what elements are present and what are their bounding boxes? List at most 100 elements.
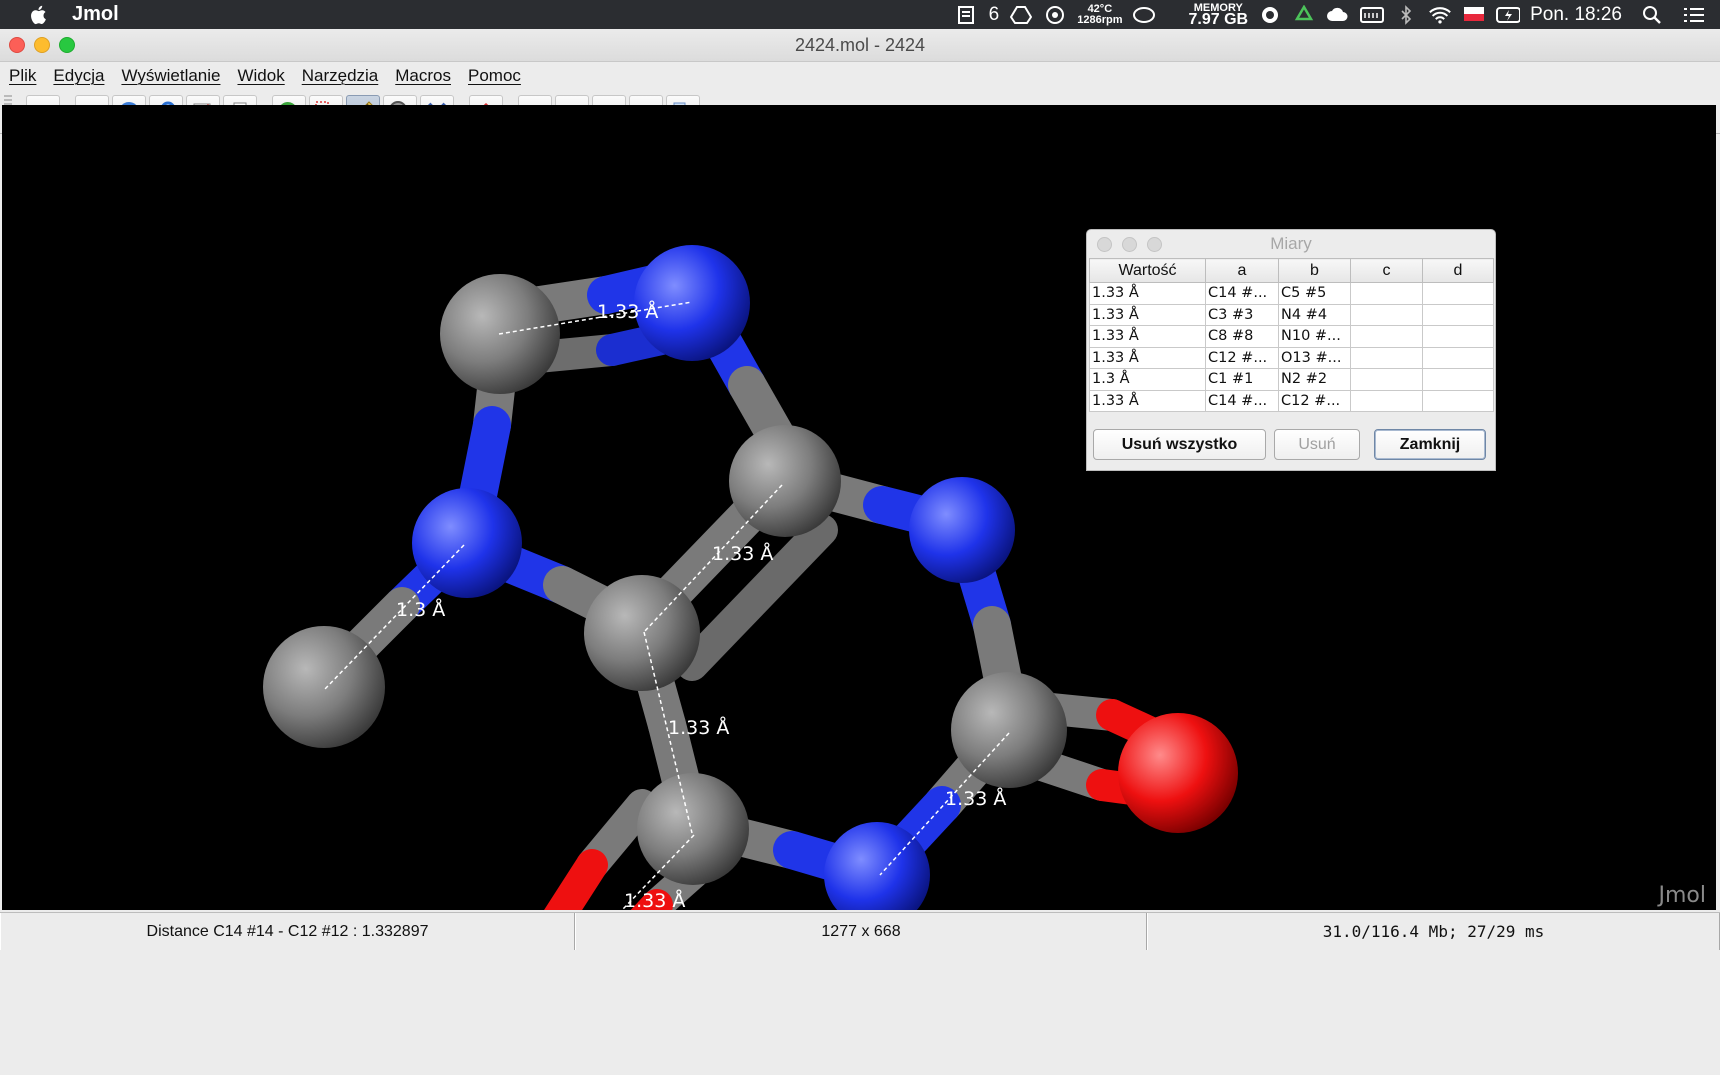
menu-pomoc[interactable]: Pomoc — [468, 66, 521, 86]
column-header-a[interactable]: a — [1205, 258, 1279, 283]
atom-carbon — [637, 773, 749, 885]
status-memory: 31.0/116.4 Mb; 27/29 ms — [1147, 913, 1720, 950]
cell-a: C1 #1 — [1205, 368, 1279, 391]
window-title: 2424.mol - 2424 — [794, 34, 926, 55]
wifi-icon[interactable] — [1428, 5, 1452, 25]
column-header-c[interactable]: c — [1350, 258, 1423, 283]
dialog-minimize-button[interactable] — [1122, 237, 1137, 252]
dialog-close-button[interactable] — [1097, 237, 1112, 252]
measurement-label: 1.3 Å — [396, 598, 445, 621]
atom-nitrogen — [909, 477, 1015, 583]
app-menu[interactable]: Jmol — [72, 3, 119, 26]
dialog-window-controls — [1097, 237, 1162, 252]
delete-button[interactable]: Usuń — [1274, 429, 1360, 460]
spotlight-search-icon[interactable] — [1640, 5, 1664, 25]
menu-narzedzia[interactable]: Narzędzia — [302, 66, 379, 86]
memory-value: 7.97 GB — [1188, 10, 1249, 28]
table-row[interactable]: 1.33 Å C12 #... O13 #... — [1089, 346, 1494, 369]
cell-a: C3 #3 — [1205, 303, 1279, 326]
cell-value: 1.33 Å — [1089, 346, 1206, 369]
molecule-viewer-canvas[interactable]: 1.33 Å 1.33 Å 1.3 Å 1.33 Å 1.33 Å 1.33 Å… — [2, 105, 1716, 910]
menu-edycja[interactable]: Edycja — [53, 66, 104, 86]
notification-center-icon[interactable] — [1682, 5, 1706, 25]
dialog-title: Miary — [1270, 234, 1312, 253]
creative-cloud-icon[interactable] — [1132, 5, 1156, 25]
cloud-upload-icon[interactable] — [1326, 5, 1350, 25]
cell-a: C8 #8 — [1205, 325, 1279, 348]
bluetooth-icon[interactable] — [1394, 4, 1418, 25]
app-menu-bar: Plik Edycja Wyświetlanie Widok Narzędzia… — [0, 62, 1720, 90]
cell-d — [1422, 282, 1494, 305]
badge-count: 6 — [988, 3, 1000, 25]
status-measurement: Distance C14 #14 - C12 #12 : 1.332897 — [0, 913, 575, 950]
dialog-zoom-button[interactable] — [1147, 237, 1162, 252]
cell-a: C14 #... — [1205, 389, 1279, 412]
table-row[interactable]: 1.33 Å C14 #... C5 #5 — [1089, 282, 1494, 305]
cell-d — [1422, 389, 1494, 412]
atom-carbon — [263, 626, 385, 748]
clock[interactable]: Pon. 18:26 — [1530, 4, 1622, 26]
cell-b: C5 #5 — [1278, 282, 1351, 305]
menu-widok[interactable]: Widok — [237, 66, 284, 86]
input-source-flag-icon[interactable] — [1462, 5, 1486, 25]
table-row[interactable]: 1.33 Å C3 #3 N4 #4 — [1089, 303, 1494, 326]
minimize-window-button[interactable] — [34, 37, 50, 53]
close-button[interactable]: Zamknij — [1374, 429, 1486, 460]
table-row[interactable]: 1.33 Å C8 #8 N10 #... — [1089, 325, 1494, 348]
window-controls — [9, 37, 75, 53]
zoom-window-button[interactable] — [59, 37, 75, 53]
measurement-label: 1.33 Å — [624, 889, 685, 910]
menu-wyswietlanie[interactable]: Wyświetlanie — [121, 66, 220, 86]
notes-icon[interactable] — [955, 5, 979, 25]
cell-b: N10 #... — [1278, 325, 1351, 348]
measurement-label: 1.33 Å — [668, 716, 729, 739]
battery-icon[interactable] — [1496, 5, 1521, 25]
drive-icon[interactable] — [1009, 5, 1033, 25]
temp-readout: 42°C 1286rpm — [1077, 3, 1123, 26]
table-header-row: Wartość a b c d — [1089, 258, 1494, 283]
cell-d — [1422, 368, 1494, 391]
measurement-label: 1.33 Å — [712, 542, 773, 565]
atom-oxygen — [1118, 713, 1238, 833]
status-canvas-size: 1277 x 668 — [575, 913, 1147, 950]
recycle-icon[interactable] — [1292, 4, 1316, 25]
cell-b: N2 #2 — [1278, 368, 1351, 391]
cell-c — [1350, 346, 1423, 369]
measurements-table[interactable]: Wartość a b c d 1.33 Å C14 #... C5 #5 1.… — [1089, 258, 1494, 412]
cell-c — [1350, 303, 1423, 326]
system-menubar: Jmol 6 42°C 1286rpm MEMORY 7.97 GB Pon. 18… — [0, 0, 1720, 29]
window-titlebar[interactable]: 2424.mol - 2424 — [0, 29, 1720, 62]
cell-d — [1422, 346, 1494, 369]
column-header-b[interactable]: b — [1278, 258, 1351, 283]
status-bar: Distance C14 #14 - C12 #12 : 1.332897 12… — [0, 912, 1720, 950]
memory-readout: MEMORY 7.97 GB — [1188, 2, 1249, 28]
cell-b: C12 #... — [1278, 389, 1351, 412]
column-header-value[interactable]: Wartość — [1089, 258, 1206, 283]
measurement-label: 1.33 Å — [597, 300, 658, 323]
fan-icon[interactable] — [1043, 5, 1067, 25]
close-window-button[interactable] — [9, 37, 25, 53]
table-row[interactable]: 1.3 Å C1 #1 N2 #2 — [1089, 368, 1494, 391]
cell-value: 1.33 Å — [1089, 282, 1206, 305]
keyboard-icon[interactable] — [1360, 5, 1385, 25]
apple-icon[interactable] — [26, 3, 52, 27]
table-row[interactable]: 1.33 Å C14 #... C12 #... — [1089, 389, 1494, 412]
cell-d — [1422, 303, 1494, 326]
jmol-watermark: Jmol — [1658, 883, 1707, 908]
cell-b: O13 #... — [1278, 346, 1351, 369]
molecule-render[interactable]: 1.33 Å 1.33 Å 1.3 Å 1.33 Å 1.33 Å 1.33 Å — [2, 105, 1716, 910]
cell-a: C14 #... — [1205, 282, 1279, 305]
cell-value: 1.33 Å — [1089, 325, 1206, 348]
atom-carbon — [584, 575, 700, 691]
dialog-titlebar[interactable]: Miary — [1087, 230, 1495, 258]
delete-all-button[interactable]: Usuń wszystko — [1093, 429, 1266, 460]
sync-icon[interactable] — [1258, 5, 1282, 25]
menu-plik[interactable]: Plik — [9, 66, 36, 86]
cell-a: C12 #... — [1205, 346, 1279, 369]
cell-c — [1350, 368, 1423, 391]
column-header-d[interactable]: d — [1422, 258, 1494, 283]
cell-c — [1350, 325, 1423, 348]
menu-macros[interactable]: Macros — [395, 66, 451, 86]
fan-value: 1286rpm — [1077, 13, 1123, 26]
cell-b: N4 #4 — [1278, 303, 1351, 326]
